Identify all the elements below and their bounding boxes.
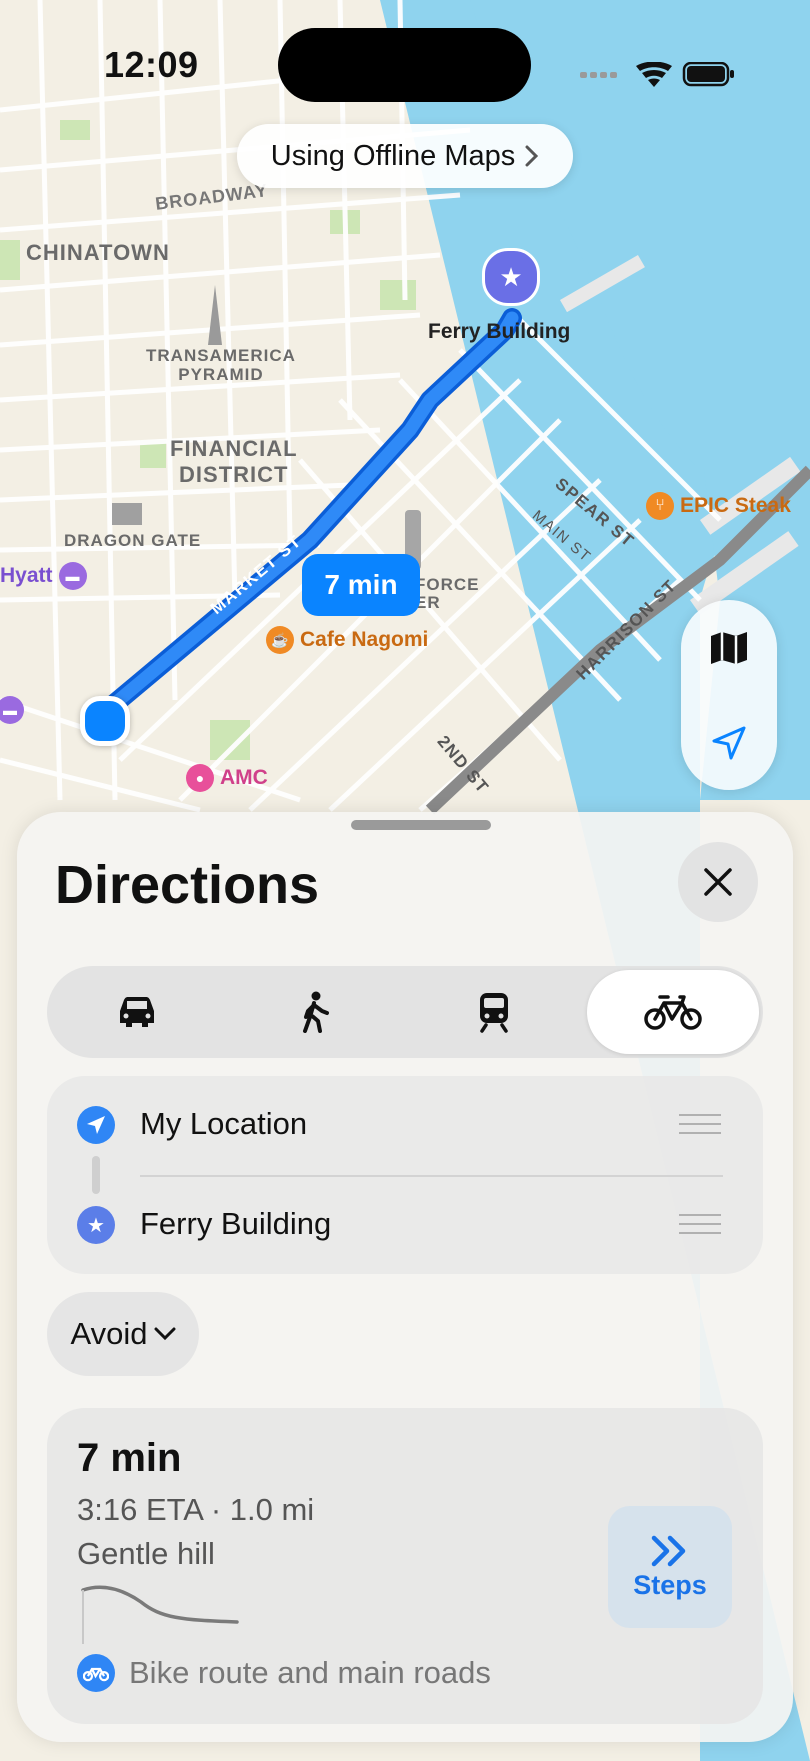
offline-maps-label: Using Offline Maps: [270, 139, 516, 172]
mode-walk-button[interactable]: [229, 970, 401, 1054]
map-controls: [681, 600, 777, 790]
poi-epic-steak-label: EPIC Steak: [680, 494, 791, 517]
chevron-down-icon: [154, 1327, 175, 1341]
close-icon: [704, 868, 732, 896]
bed-icon: ▬: [58, 562, 87, 590]
route-duration: 7 min: [77, 1436, 182, 1480]
poi-hyatt[interactable]: Hyatt ▬: [0, 562, 87, 590]
battery-icon: [682, 62, 734, 87]
avoid-label: Avoid: [70, 1316, 148, 1351]
route-description: Bike route and main roads: [77, 1654, 491, 1692]
poi-hotel-left[interactable]: ▬: [0, 696, 24, 724]
film-icon: ●: [186, 764, 214, 792]
bike-icon: [77, 1654, 115, 1692]
star-pin-icon: ★: [482, 248, 540, 306]
sheet-grabber[interactable]: [351, 820, 491, 830]
route-description-label: Bike route and main roads: [129, 1655, 491, 1690]
waypoint-origin[interactable]: My Location: [47, 1076, 763, 1174]
wifi-icon: [636, 62, 672, 87]
offline-maps-banner[interactable]: Using Offline Maps: [237, 124, 573, 188]
route-time-bubble[interactable]: 7 min: [302, 554, 420, 616]
destination-label: Ferry Building: [140, 1206, 332, 1241]
elevation-graph: [81, 1585, 239, 1644]
status-icons: [580, 62, 734, 87]
waypoint-destination[interactable]: ★ Ferry Building: [47, 1176, 763, 1274]
cup-icon: ☕: [266, 626, 294, 654]
locate-me-button[interactable]: [681, 695, 777, 790]
chevron-right-icon: [525, 145, 539, 167]
transport-mode-selector: [47, 966, 763, 1058]
mode-car-button[interactable]: [51, 970, 223, 1054]
steps-label: Steps: [633, 1569, 707, 1600]
steps-button[interactable]: Steps: [608, 1506, 732, 1628]
label-dragon-gate: DRAGON GATE: [64, 531, 202, 550]
mode-transit-button[interactable]: [408, 970, 580, 1054]
directions-sheet: Directions My Location ★ Ferry Building …: [17, 812, 793, 1742]
bike-icon: [644, 995, 702, 1030]
label-salesforce: FORCE ER: [415, 575, 480, 612]
location-arrow-icon: [712, 726, 746, 759]
status-time: 12:09: [104, 44, 199, 85]
close-button[interactable]: [678, 842, 758, 922]
label-financial-district: FINANCIAL DISTRICT: [170, 436, 298, 487]
double-chevron-right-icon: [651, 1535, 686, 1566]
poi-amc[interactable]: ● AMC: [186, 764, 268, 792]
user-location-dot[interactable]: [80, 696, 130, 746]
status-bar: 12:09: [0, 0, 810, 120]
fork-knife-icon: ⑂: [646, 492, 674, 520]
location-arrow-icon: [77, 1106, 115, 1144]
map-icon: [711, 631, 747, 664]
star-icon: ★: [77, 1206, 115, 1244]
route-result-card[interactable]: 7 min 3:16 ETA · 1.0 mi Gentle hill Bike…: [47, 1408, 763, 1724]
route-waypoints: My Location ★ Ferry Building: [47, 1076, 763, 1274]
reorder-handle-icon[interactable]: [679, 1114, 721, 1141]
mode-bike-button[interactable]: [587, 970, 759, 1054]
route-eta-distance: 3:16 ETA · 1.0 mi: [77, 1492, 315, 1527]
route-terrain: Gentle hill: [77, 1536, 215, 1571]
label-transamerica: TRANSAMERICA PYRAMID: [146, 346, 296, 384]
label-chinatown: CHINATOWN: [26, 240, 170, 265]
dynamic-island: [278, 28, 531, 102]
poi-cafe-nagomi[interactable]: ☕ Cafe Nagomi: [266, 626, 428, 654]
cellular-icon: [580, 72, 617, 78]
map-mode-button[interactable]: [681, 600, 777, 695]
reorder-handle-icon[interactable]: [679, 1214, 721, 1241]
train-icon: [480, 993, 508, 1033]
poi-cafe-label: Cafe Nagomi: [300, 628, 429, 651]
car-icon: [120, 997, 154, 1027]
walk-icon: [303, 991, 329, 1033]
bed-icon: ▬: [0, 696, 24, 724]
poi-ferry-label: Ferry Building: [428, 320, 571, 343]
poi-hyatt-label: Hyatt: [0, 564, 53, 587]
avoid-button[interactable]: Avoid: [47, 1292, 199, 1376]
poi-epic-steak[interactable]: ⑂ EPIC Steak: [646, 492, 791, 520]
poi-amc-label: AMC: [220, 766, 268, 789]
origin-label: My Location: [140, 1106, 308, 1141]
sheet-title: Directions: [55, 855, 320, 915]
